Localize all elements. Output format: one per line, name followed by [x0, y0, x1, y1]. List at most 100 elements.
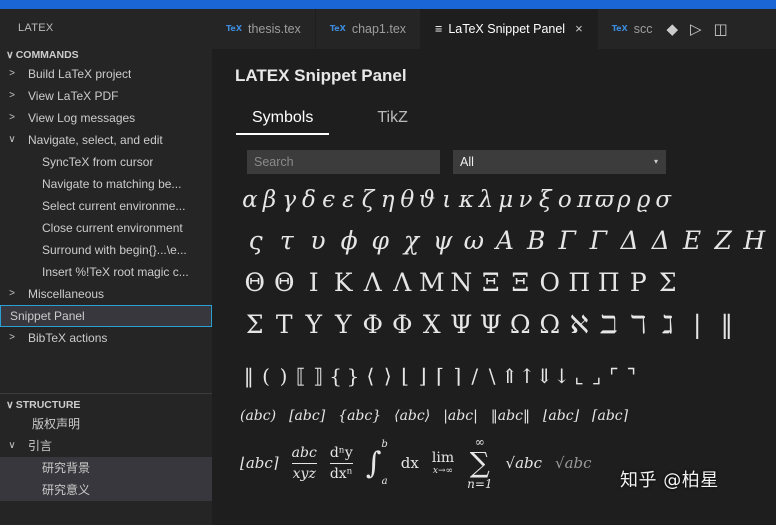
- git-compare-icon[interactable]: ◆: [666, 20, 678, 38]
- symbol-button[interactable]: ℸ: [624, 310, 654, 339]
- symbol-button[interactable]: Γ: [583, 226, 614, 255]
- symbol-button[interactable]: θ: [398, 187, 418, 213]
- command-view-log[interactable]: > View Log messages: [0, 107, 212, 129]
- symbol-sum[interactable]: ∞ ∑ n=1: [467, 435, 492, 491]
- symbol-button[interactable]: (: [257, 364, 274, 388]
- command-navigate-matching[interactable]: Navigate to matching be...: [0, 173, 212, 195]
- command-insert-root-magic[interactable]: Insert %!TeX root magic c...: [0, 261, 212, 283]
- structure-item-copyright[interactable]: 版权声明: [0, 413, 212, 435]
- symbol-button[interactable]: A: [489, 226, 520, 255]
- symbol-button[interactable]: ψ: [427, 226, 458, 255]
- symbol-button[interactable]: β: [260, 187, 280, 213]
- symbol-button[interactable]: ⟩: [379, 364, 396, 388]
- symbol-button[interactable]: ℷ: [653, 310, 683, 339]
- symbol-button[interactable]: ‖: [240, 364, 257, 388]
- command-build-latex[interactable]: > Build LaTeX project: [0, 63, 212, 85]
- symbol-button[interactable]: γ: [279, 187, 299, 213]
- symbol-button[interactable]: ⌊: [397, 364, 414, 388]
- category-select[interactable]: All ▾: [453, 150, 666, 174]
- symbol-button[interactable]: Γ: [552, 226, 583, 255]
- command-navigate-select-edit[interactable]: ∨ Navigate, select, and edit: [0, 129, 212, 151]
- symbol-button[interactable]: Φ: [388, 310, 418, 339]
- symbol-button[interactable]: Σ: [653, 268, 683, 297]
- symbol-button[interactable]: N: [447, 268, 477, 297]
- search-input[interactable]: [247, 150, 440, 174]
- symbol-button[interactable]: ↑: [518, 364, 536, 388]
- symbol-button[interactable]: Ψ: [476, 310, 506, 339]
- command-surround-begin[interactable]: Surround with begin{}...\e...: [0, 239, 212, 261]
- symbol-button[interactable]: /: [466, 364, 483, 388]
- symbol-button[interactable]: ⇓: [536, 364, 553, 388]
- tab-scc[interactable]: TeX scc: [598, 9, 659, 49]
- subtab-symbols[interactable]: Symbols: [236, 109, 330, 135]
- symbol-button[interactable]: ⟦: [292, 364, 309, 388]
- symbol-button[interactable]: ε: [338, 187, 358, 213]
- split-editor-icon[interactable]: ◫: [714, 20, 728, 38]
- symbol-button[interactable]: ξ: [535, 187, 555, 213]
- symbol-button[interactable]: ℵ: [565, 310, 595, 339]
- symbol-button[interactable]: ϱ: [634, 187, 654, 213]
- symbol-button[interactable]: σ: [653, 187, 673, 213]
- symbol-button[interactable]: P: [624, 268, 654, 297]
- symbol-button[interactable]: [abc]: [289, 408, 325, 424]
- symbol-button[interactable]: ℶ: [594, 310, 624, 339]
- symbol-button[interactable]: Δ: [614, 226, 645, 255]
- symbol-button[interactable]: χ: [396, 226, 427, 255]
- symbol-button[interactable]: ⌈: [431, 364, 448, 388]
- commands-section-header[interactable]: ∨ COMMANDS: [0, 47, 212, 63]
- symbol-button[interactable]: μ: [496, 187, 516, 213]
- symbol-button[interactable]: α: [240, 187, 260, 213]
- symbol-button[interactable]: Θ: [240, 268, 270, 297]
- symbol-sqrt[interactable]: √abc: [506, 454, 543, 472]
- symbol-button[interactable]: κ: [457, 187, 477, 213]
- symbol-button[interactable]: ↓: [553, 364, 570, 388]
- symbol-button[interactable]: ⌟: [588, 364, 605, 388]
- structure-item-significance[interactable]: 研究意义: [0, 479, 212, 501]
- symbol-button[interactable]: ⟨abc⟩: [394, 408, 430, 424]
- symbol-button[interactable]: ): [275, 364, 292, 388]
- symbol-button[interactable]: Ψ: [447, 310, 477, 339]
- command-bibtex-actions[interactable]: > BibTeX actions: [0, 327, 212, 349]
- symbol-button[interactable]: ‖: [712, 310, 742, 339]
- tab-chap1-tex[interactable]: TeX chap1.tex: [316, 9, 422, 49]
- symbol-button[interactable]: (abc): [240, 408, 276, 424]
- close-icon[interactable]: ×: [575, 9, 583, 49]
- symbol-button[interactable]: H: [739, 226, 770, 255]
- command-synctex[interactable]: SyncTeX from cursor: [0, 151, 212, 173]
- run-icon[interactable]: ▷: [690, 20, 702, 38]
- command-view-pdf[interactable]: > View LaTeX PDF: [0, 85, 212, 107]
- tab-thesis-tex[interactable]: TeX thesis.tex: [212, 9, 316, 49]
- symbol-button[interactable]: ⟧: [310, 364, 327, 388]
- symbol-button[interactable]: ο: [555, 187, 575, 213]
- symbol-button[interactable]: φ: [365, 226, 396, 255]
- symbol-button[interactable]: δ: [299, 187, 319, 213]
- symbol-button[interactable]: ⌜: [605, 364, 622, 388]
- symbol-button[interactable]: ⌊abc⌋: [543, 408, 579, 424]
- symbol-button[interactable]: T: [270, 310, 300, 339]
- symbol-button[interactable]: |: [683, 310, 713, 339]
- symbol-button[interactable]: Ξ: [506, 268, 536, 297]
- symbol-button[interactable]: }: [344, 364, 361, 388]
- symbol-button[interactable]: B: [521, 226, 552, 255]
- symbol-button[interactable]: ν: [516, 187, 536, 213]
- symbol-derivative[interactable]: dⁿy dxⁿ: [329, 445, 353, 482]
- symbol-button[interactable]: ⌈abc⌉: [592, 408, 628, 424]
- command-close-environment[interactable]: Close current environment: [0, 217, 212, 239]
- symbol-button[interactable]: ς: [240, 226, 271, 255]
- symbol-button[interactable]: ϖ: [594, 187, 614, 213]
- symbol-button[interactable]: K: [329, 268, 359, 297]
- symbol-button[interactable]: ϑ: [417, 187, 437, 213]
- symbol-button[interactable]: ⇑: [501, 364, 518, 388]
- symbol-button[interactable]: Π: [565, 268, 595, 297]
- symbol-button[interactable]: Ω: [506, 310, 536, 339]
- symbol-button[interactable]: |abc|: [443, 408, 478, 424]
- symbol-button[interactable]: ι: [437, 187, 457, 213]
- symbol-button[interactable]: Θ: [270, 268, 300, 297]
- symbol-sqrt-n[interactable]: √abc: [555, 454, 592, 472]
- symbol-button[interactable]: X: [417, 310, 447, 339]
- symbol-button[interactable]: {: [327, 364, 344, 388]
- symbol-button[interactable]: ⌞: [570, 364, 587, 388]
- symbol-button[interactable]: I: [299, 268, 329, 297]
- symbol-button[interactable]: ϕ: [334, 226, 365, 255]
- symbol-button[interactable]: Λ: [358, 268, 388, 297]
